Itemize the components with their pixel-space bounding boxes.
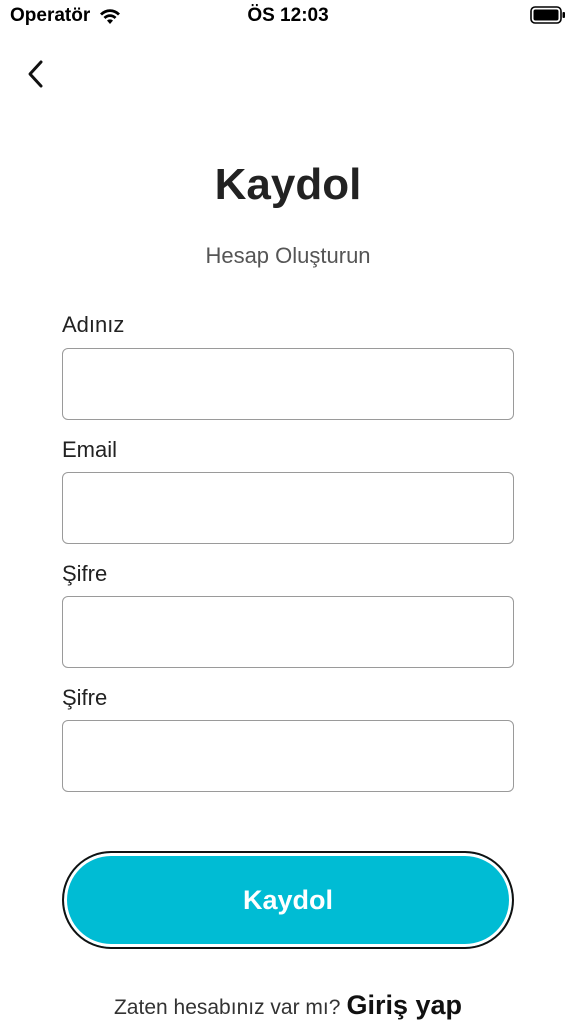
password-label: Şifre <box>62 561 108 586</box>
login-prompt-text: Zaten hesabınız var mı? <box>113 996 341 1019</box>
signup-button[interactable]: Kaydol <box>62 851 514 949</box>
login-prompt: Zaten hesabınız var mı? Giriş yap <box>0 990 576 1021</box>
battery-icon <box>530 6 565 24</box>
email-input[interactable] <box>62 472 514 544</box>
password-input[interactable] <box>62 596 514 668</box>
login-link[interactable]: Giriş yap <box>346 990 462 1020</box>
email-label: Email <box>62 437 118 462</box>
status-time: ÖS 12:03 <box>247 5 329 26</box>
password-confirm-input[interactable] <box>62 720 514 792</box>
name-label: Adınız <box>62 312 125 337</box>
page-title: Kaydol <box>214 160 362 209</box>
signup-screen: Operatör ÖS 12:03 Kaydol Hesap Oluşturun… <box>0 0 576 1024</box>
signup-button-label: Kaydol <box>242 884 334 915</box>
status-bar: Operatör ÖS 12:03 <box>0 0 576 32</box>
password-confirm-label: Şifre <box>62 685 108 710</box>
page-subtitle: Hesap Oluşturun <box>205 243 371 268</box>
name-input[interactable] <box>62 348 514 420</box>
back-button[interactable] <box>18 56 54 92</box>
chevron-left-icon <box>28 60 43 88</box>
